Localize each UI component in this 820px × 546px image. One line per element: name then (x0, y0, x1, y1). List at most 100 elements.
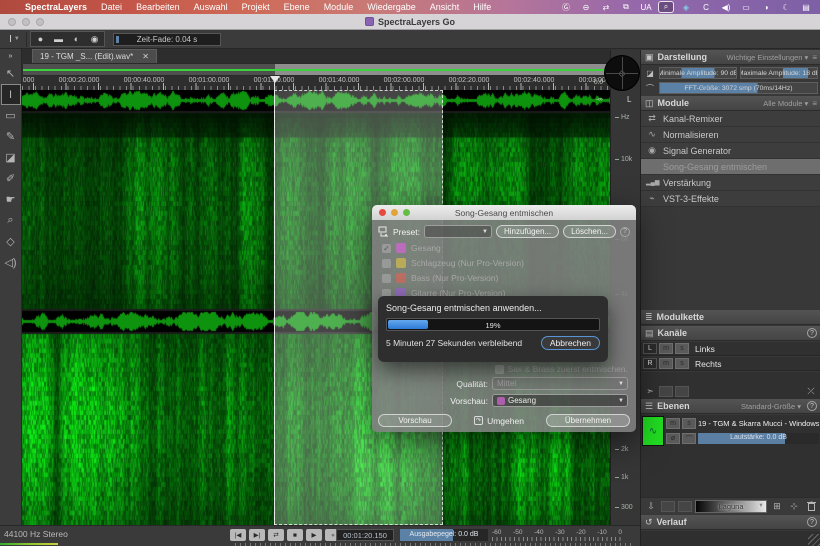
channel-l-button[interactable]: L (643, 343, 657, 354)
dialog-help-icon[interactable]: ? (620, 227, 630, 237)
display-settings-preset[interactable]: Wichtige Einstellungen ▾ (727, 53, 809, 62)
menu-bearbeiten[interactable]: Bearbeiten (129, 2, 187, 12)
minimize-window-button[interactable] (22, 18, 30, 26)
layer-mute-button[interactable]: m (666, 418, 680, 429)
module-normalisieren[interactable]: ∿ Normalisieren (641, 127, 820, 143)
transform-tool[interactable]: ↖ (1, 63, 21, 84)
layer-size-dropdown[interactable]: Standard-Größe ▾ (741, 402, 801, 411)
panel-menu-icon[interactable]: ≡ (812, 53, 817, 62)
menu-wiedergabe[interactable]: Wiedergabe (360, 2, 423, 12)
stem-row-schlagzeug[interactable]: Schlagzeug (Nur Pro-Version) (382, 258, 524, 268)
stem-checkbox[interactable] (382, 259, 391, 268)
playback-tool[interactable]: ◁) (1, 252, 21, 273)
resize-grip[interactable] (808, 534, 820, 546)
preview-dropdown[interactable]: Gesang ▼ (492, 394, 628, 407)
layer-volume-slider[interactable]: Lautstärke: 0.0 dB (698, 433, 819, 444)
channel-r-button[interactable]: R (643, 358, 657, 369)
channel-row-left[interactable]: L m s Links (641, 342, 820, 356)
toggle-icon[interactable]: ◑ (758, 1, 774, 13)
close-dialog-button[interactable] (379, 209, 386, 216)
zoom-tool[interactable]: ⌕ (1, 210, 21, 231)
solo-all-button[interactable] (675, 386, 689, 397)
window-icon[interactable]: ⧉ (618, 1, 634, 13)
sax-brass-checkbox[interactable] (495, 365, 504, 374)
mute-button[interactable]: m (659, 358, 673, 369)
colormap-dropdown[interactable]: Laguna ▼ (695, 500, 767, 513)
time-ruler[interactable]: 00:00:00.000 00:00:20.000 00:00:40.000 0… (22, 76, 610, 90)
output-level-slider[interactable]: Ausgabepegel: 0.0 dB (400, 529, 488, 541)
help-icon[interactable]: ? (807, 328, 817, 338)
module-song-gesang-entmischen[interactable]: Song-Gesang entmischen (641, 159, 820, 175)
new-group-icon[interactable]: ⊞ (770, 500, 784, 513)
document-tab[interactable]: 19 - TGM _S... (Edit).wav* ✕ (32, 49, 157, 63)
moon-icon[interactable]: ☾ (778, 1, 794, 13)
time-selection-tool[interactable]: I (1, 84, 21, 105)
layer-solo-master[interactable] (678, 501, 692, 512)
hand-tool[interactable]: ☛ (1, 189, 21, 210)
module-vst3-effekte[interactable]: ⌁ VST-3-Effekte (641, 191, 820, 207)
preset-dropdown[interactable]: ▼ (424, 225, 492, 238)
playhead-cursor[interactable] (274, 76, 275, 525)
selection-mode-intersect[interactable]: ◉ (86, 33, 103, 45)
menu-module[interactable]: Module (317, 2, 361, 12)
panel-header-verlauf[interactable]: ↺ Verlauf ? (641, 515, 820, 530)
panel-menu-icon[interactable]: ≡ (812, 99, 817, 108)
module-kanal-remixer[interactable]: ⇄ Kanal-Remixer (641, 111, 820, 127)
menu-ebene[interactable]: Ebene (277, 2, 317, 12)
quality-dropdown[interactable]: Mittel ▼ (492, 377, 628, 390)
menu-ansicht[interactable]: Ansicht (423, 2, 467, 12)
stem-checkbox[interactable] (382, 274, 391, 283)
module-filter-dropdown[interactable]: Alle Module ▾ (763, 99, 808, 108)
go-start-button[interactable]: |◀ (230, 529, 246, 541)
display-icon[interactable]: ▭ (738, 1, 754, 13)
panel-header-kanaele[interactable]: ▤ Kanäle ? (641, 326, 820, 341)
spotlight-icon[interactable]: ⌕ (658, 1, 674, 13)
menu-app-name[interactable]: SpectraLayers (18, 2, 94, 12)
overview-navigator[interactable] (22, 63, 610, 76)
selection-mode-replace[interactable]: ● (32, 33, 49, 45)
selection-mode-subtract[interactable]: ◐ (68, 33, 85, 45)
layer-mute-master[interactable] (661, 501, 675, 512)
volume-icon[interactable]: ◀) (718, 1, 734, 13)
playhead-time-display[interactable]: 00:01:20.150 (336, 529, 394, 541)
preview-button[interactable]: Vorschau (378, 414, 452, 427)
stem-row-gesang[interactable]: ✓ Gesang (382, 243, 441, 253)
mute-all-button[interactable] (659, 386, 673, 397)
eraser-tool[interactable]: ◪ (1, 147, 21, 168)
apply-button[interactable]: Übernehmen (546, 414, 630, 427)
layer-solo-button[interactable]: s (682, 418, 696, 429)
mute-button[interactable]: m (659, 343, 673, 354)
solo-button[interactable]: s (675, 343, 689, 354)
layer-item[interactable]: ∿ m s 19 - TGM & Skarra Mucci - Windows … (642, 416, 819, 446)
menu-projekt[interactable]: Projekt (235, 2, 277, 12)
stop-button[interactable]: ■ (287, 529, 303, 541)
play-button[interactable]: ▶ (306, 529, 322, 541)
brush-tool[interactable]: ✐ (1, 168, 21, 189)
panel-header-module[interactable]: ◫ Module Alle Module ▾ ≡ (641, 96, 820, 111)
menu-auswahl[interactable]: Auswahl (187, 2, 235, 12)
add-preset-button[interactable]: Hinzufügen... (496, 225, 559, 238)
tools-overflow-icon[interactable]: » (9, 49, 13, 63)
new-layer-icon[interactable]: ⊹ (787, 500, 801, 513)
bypass-button[interactable]: ↷ Umgehen (474, 416, 524, 426)
channel-row-right[interactable]: R m s Rechts (641, 357, 820, 371)
layer-headphones-button[interactable]: ⌒ (682, 433, 696, 444)
time-fade-field[interactable]: Zeit-Fade: 0.04 s (113, 33, 221, 46)
menu-hilfe[interactable]: Hilfe (466, 2, 498, 12)
rectangle-selection-tool[interactable]: ▭ (1, 105, 21, 126)
panel-header-darstellung[interactable]: ▣ Darstellung Wichtige Einstellungen ▾ ≡ (641, 50, 820, 65)
c-app-icon[interactable]: C (698, 1, 714, 13)
g-circle-icon[interactable]: Ⓖ (558, 1, 574, 13)
stem-row-bass[interactable]: Bass (Nur Pro-Version) (382, 273, 498, 283)
current-tool-selector[interactable]: I ▼ (3, 32, 27, 47)
control-center-icon[interactable]: ▤ (798, 1, 814, 13)
help-icon[interactable]: ? (807, 401, 817, 411)
translate-icon[interactable]: ⇄ (598, 1, 614, 13)
minimize-dialog-button[interactable] (391, 209, 398, 216)
fft-size-field[interactable]: FFT-Größe: 3072 smp (70ms/14Hz) (659, 82, 818, 94)
dialog-titlebar[interactable]: Song-Gesang entmischen (372, 205, 636, 220)
module-signal-generator[interactable]: ◉ Signal Generator (641, 143, 820, 159)
ua-keyboard-icon[interactable]: UA (638, 1, 654, 13)
delete-preset-button[interactable]: Löschen... (563, 225, 616, 238)
flatten-layers-icon[interactable]: ⇩ (644, 500, 658, 513)
